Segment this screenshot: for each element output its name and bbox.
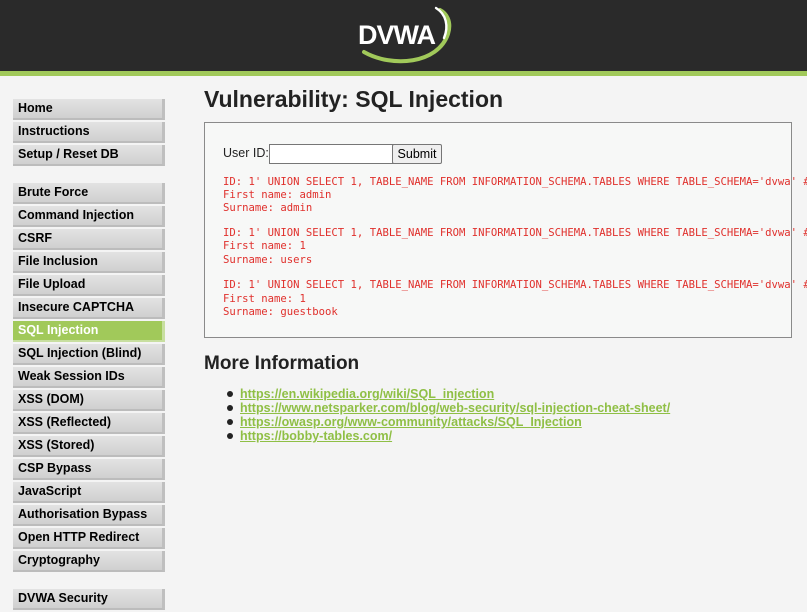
dvwa-logo[interactable]: DVWA [352, 4, 456, 64]
result-first-name: First name: 1 [223, 240, 306, 252]
sidebar-item-javascript[interactable]: JavaScript [13, 482, 165, 503]
result-first-name: First name: admin [223, 189, 332, 201]
user-id-label: User ID: [223, 146, 269, 160]
list-item: https://bobby-tables.com/ [222, 429, 670, 443]
sidebar-item-home[interactable]: Home [13, 99, 165, 120]
link-wikipedia-sql-injection[interactable]: https://en.wikipedia.org/wiki/SQL_inject… [240, 387, 494, 401]
svg-text:DVWA: DVWA [358, 20, 436, 50]
vulnerable-code-area: User ID: Submit ID: 1' UNION SELECT 1, T… [204, 122, 807, 338]
sidebar-item-file-inclusion[interactable]: File Inclusion [13, 252, 165, 273]
sidebar-item-command-injection[interactable]: Command Injection [13, 206, 165, 227]
result-id-line: ID: 1' UNION SELECT 1, TABLE_NAME FROM I… [223, 227, 807, 239]
sidebar-item-csp-bypass[interactable]: CSP Bypass [13, 459, 165, 480]
sidebar-item-weak-session-ids[interactable]: Weak Session IDs [13, 367, 165, 388]
sidebar-item-brute-force[interactable]: Brute Force [13, 183, 165, 204]
header-accent-stripe [0, 71, 807, 76]
more-information-heading: More Information [204, 353, 360, 374]
result-first-name: First name: 1 [223, 293, 306, 305]
sidebar-item-insecure-captcha[interactable]: Insecure CAPTCHA [13, 298, 165, 319]
list-item: https://www.netsparker.com/blog/web-secu… [222, 401, 670, 415]
sidebar-item-file-upload[interactable]: File Upload [13, 275, 165, 296]
sidebar-item-csrf[interactable]: CSRF [13, 229, 165, 250]
result-id-line: ID: 1' UNION SELECT 1, TABLE_NAME FROM I… [223, 176, 807, 188]
sidebar-item-authorisation-bypass[interactable]: Authorisation Bypass [13, 505, 165, 526]
link-netsparker-cheat-sheet[interactable]: https://www.netsparker.com/blog/web-secu… [240, 401, 670, 415]
sidebar-item-cryptography[interactable]: Cryptography [13, 551, 165, 572]
list-item: https://owasp.org/www-community/attacks/… [222, 415, 670, 429]
page-header: DVWA [0, 0, 807, 71]
result-surname: Surname: guestbook [223, 306, 338, 318]
more-information-links: https://en.wikipedia.org/wiki/SQL_inject… [222, 387, 670, 443]
sidebar-item-xss-dom[interactable]: XSS (DOM) [13, 390, 165, 411]
user-id-input[interactable] [269, 144, 397, 164]
result-surname: Surname: admin [223, 202, 313, 214]
sidebar-item-xss-reflected[interactable]: XSS (Reflected) [13, 413, 165, 434]
link-bobby-tables[interactable]: https://bobby-tables.com/ [240, 429, 392, 443]
result-id-line: ID: 1' UNION SELECT 1, TABLE_NAME FROM I… [223, 279, 807, 291]
result-surname: Surname: users [223, 254, 313, 266]
sidebar-item-setup-reset-db[interactable]: Setup / Reset DB [13, 145, 165, 166]
page-title: Vulnerability: SQL Injection [204, 86, 504, 112]
submit-button[interactable]: Submit [392, 144, 442, 164]
sidebar-item-dvwa-security[interactable]: DVWA Security [13, 589, 165, 610]
link-owasp-sql-injection[interactable]: https://owasp.org/www-community/attacks/… [240, 415, 582, 429]
sidebar-item-xss-stored[interactable]: XSS (Stored) [13, 436, 165, 457]
sidebar-item-sql-injection-blind[interactable]: SQL Injection (Blind) [13, 344, 165, 365]
sidebar-item-open-http-redirect[interactable]: Open HTTP Redirect [13, 528, 165, 549]
list-item: https://en.wikipedia.org/wiki/SQL_inject… [222, 387, 670, 401]
sidebar-item-instructions[interactable]: Instructions [13, 122, 165, 143]
sidebar-item-sql-injection[interactable]: SQL Injection [13, 321, 165, 342]
